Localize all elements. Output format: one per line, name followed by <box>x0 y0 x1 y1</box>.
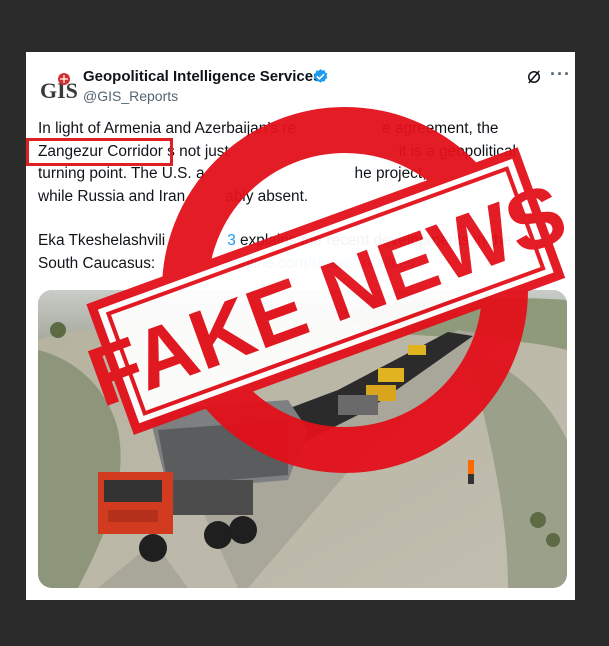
author-name[interactable]: Geopolitical Intelligence Services <box>83 68 321 85</box>
more-options-icon[interactable]: ··· <box>550 64 571 85</box>
grok-icon[interactable] <box>525 68 543 86</box>
tweet-card[interactable]: GIS Geopolitical Intelligence Services @… <box>26 52 575 600</box>
mention-link[interactable]: 3 <box>227 232 236 249</box>
highlight-box <box>26 138 173 166</box>
tweet-media-photo[interactable] <box>38 290 567 588</box>
author-handle[interactable]: @GIS_Reports <box>83 88 178 104</box>
gis-logo-avatar[interactable]: GIS <box>38 69 78 109</box>
verified-badge-icon <box>313 69 328 83</box>
article-link[interactable]: sonline.com/r/news-realities <box>225 255 415 272</box>
